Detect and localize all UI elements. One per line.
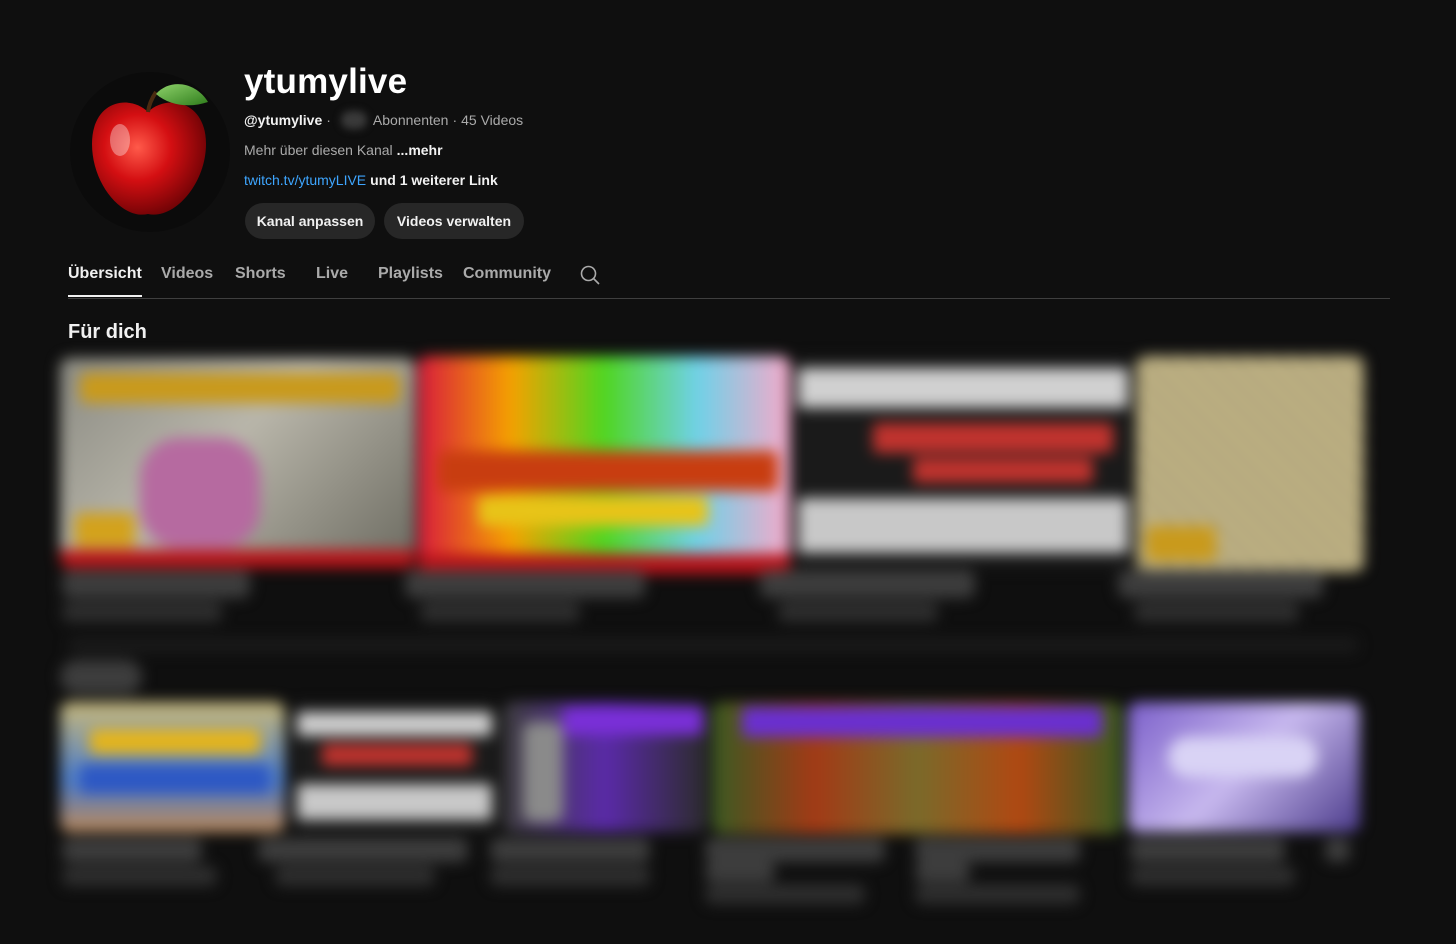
video-title[interactable]: [258, 838, 468, 862]
video-thumbnail[interactable]: [503, 702, 708, 832]
video-thumbnail[interactable]: [60, 702, 285, 832]
video-title[interactable]: [405, 570, 645, 598]
video-title[interactable]: [760, 570, 975, 598]
video-thumbnail[interactable]: [793, 358, 1133, 568]
video-thumbnail[interactable]: [418, 356, 790, 574]
more-options-icon[interactable]: [1325, 838, 1350, 862]
video-meta: [62, 866, 217, 886]
video-thumbnail[interactable]: [1136, 356, 1364, 572]
video-thumbnail[interactable]: [292, 704, 497, 832]
video-meta: [1130, 866, 1295, 886]
video-meta: [275, 866, 435, 886]
video-title[interactable]: [62, 838, 202, 862]
video-meta: [420, 602, 580, 622]
video-title[interactable]: [915, 838, 1080, 862]
video-title[interactable]: [62, 570, 250, 598]
video-thumbnail[interactable]: [712, 702, 1122, 834]
video-meta: [62, 602, 222, 622]
video-title[interactable]: [705, 838, 885, 862]
video-thumbnail[interactable]: [1128, 702, 1360, 832]
section-title-blurred: [60, 660, 142, 694]
video-meta: [490, 866, 650, 886]
section-divider: [68, 638, 1358, 652]
video-meta: [915, 884, 1080, 904]
video-title[interactable]: [490, 838, 650, 862]
video-meta: [1134, 602, 1299, 622]
video-meta: [778, 602, 938, 622]
blurred-recommendations: [0, 0, 1456, 944]
video-title[interactable]: [1118, 570, 1323, 598]
video-title-line2[interactable]: [705, 862, 775, 882]
video-title-line2[interactable]: [915, 862, 970, 882]
video-meta: [705, 884, 865, 904]
video-title[interactable]: [1130, 838, 1285, 862]
video-thumbnail[interactable]: [60, 358, 415, 568]
